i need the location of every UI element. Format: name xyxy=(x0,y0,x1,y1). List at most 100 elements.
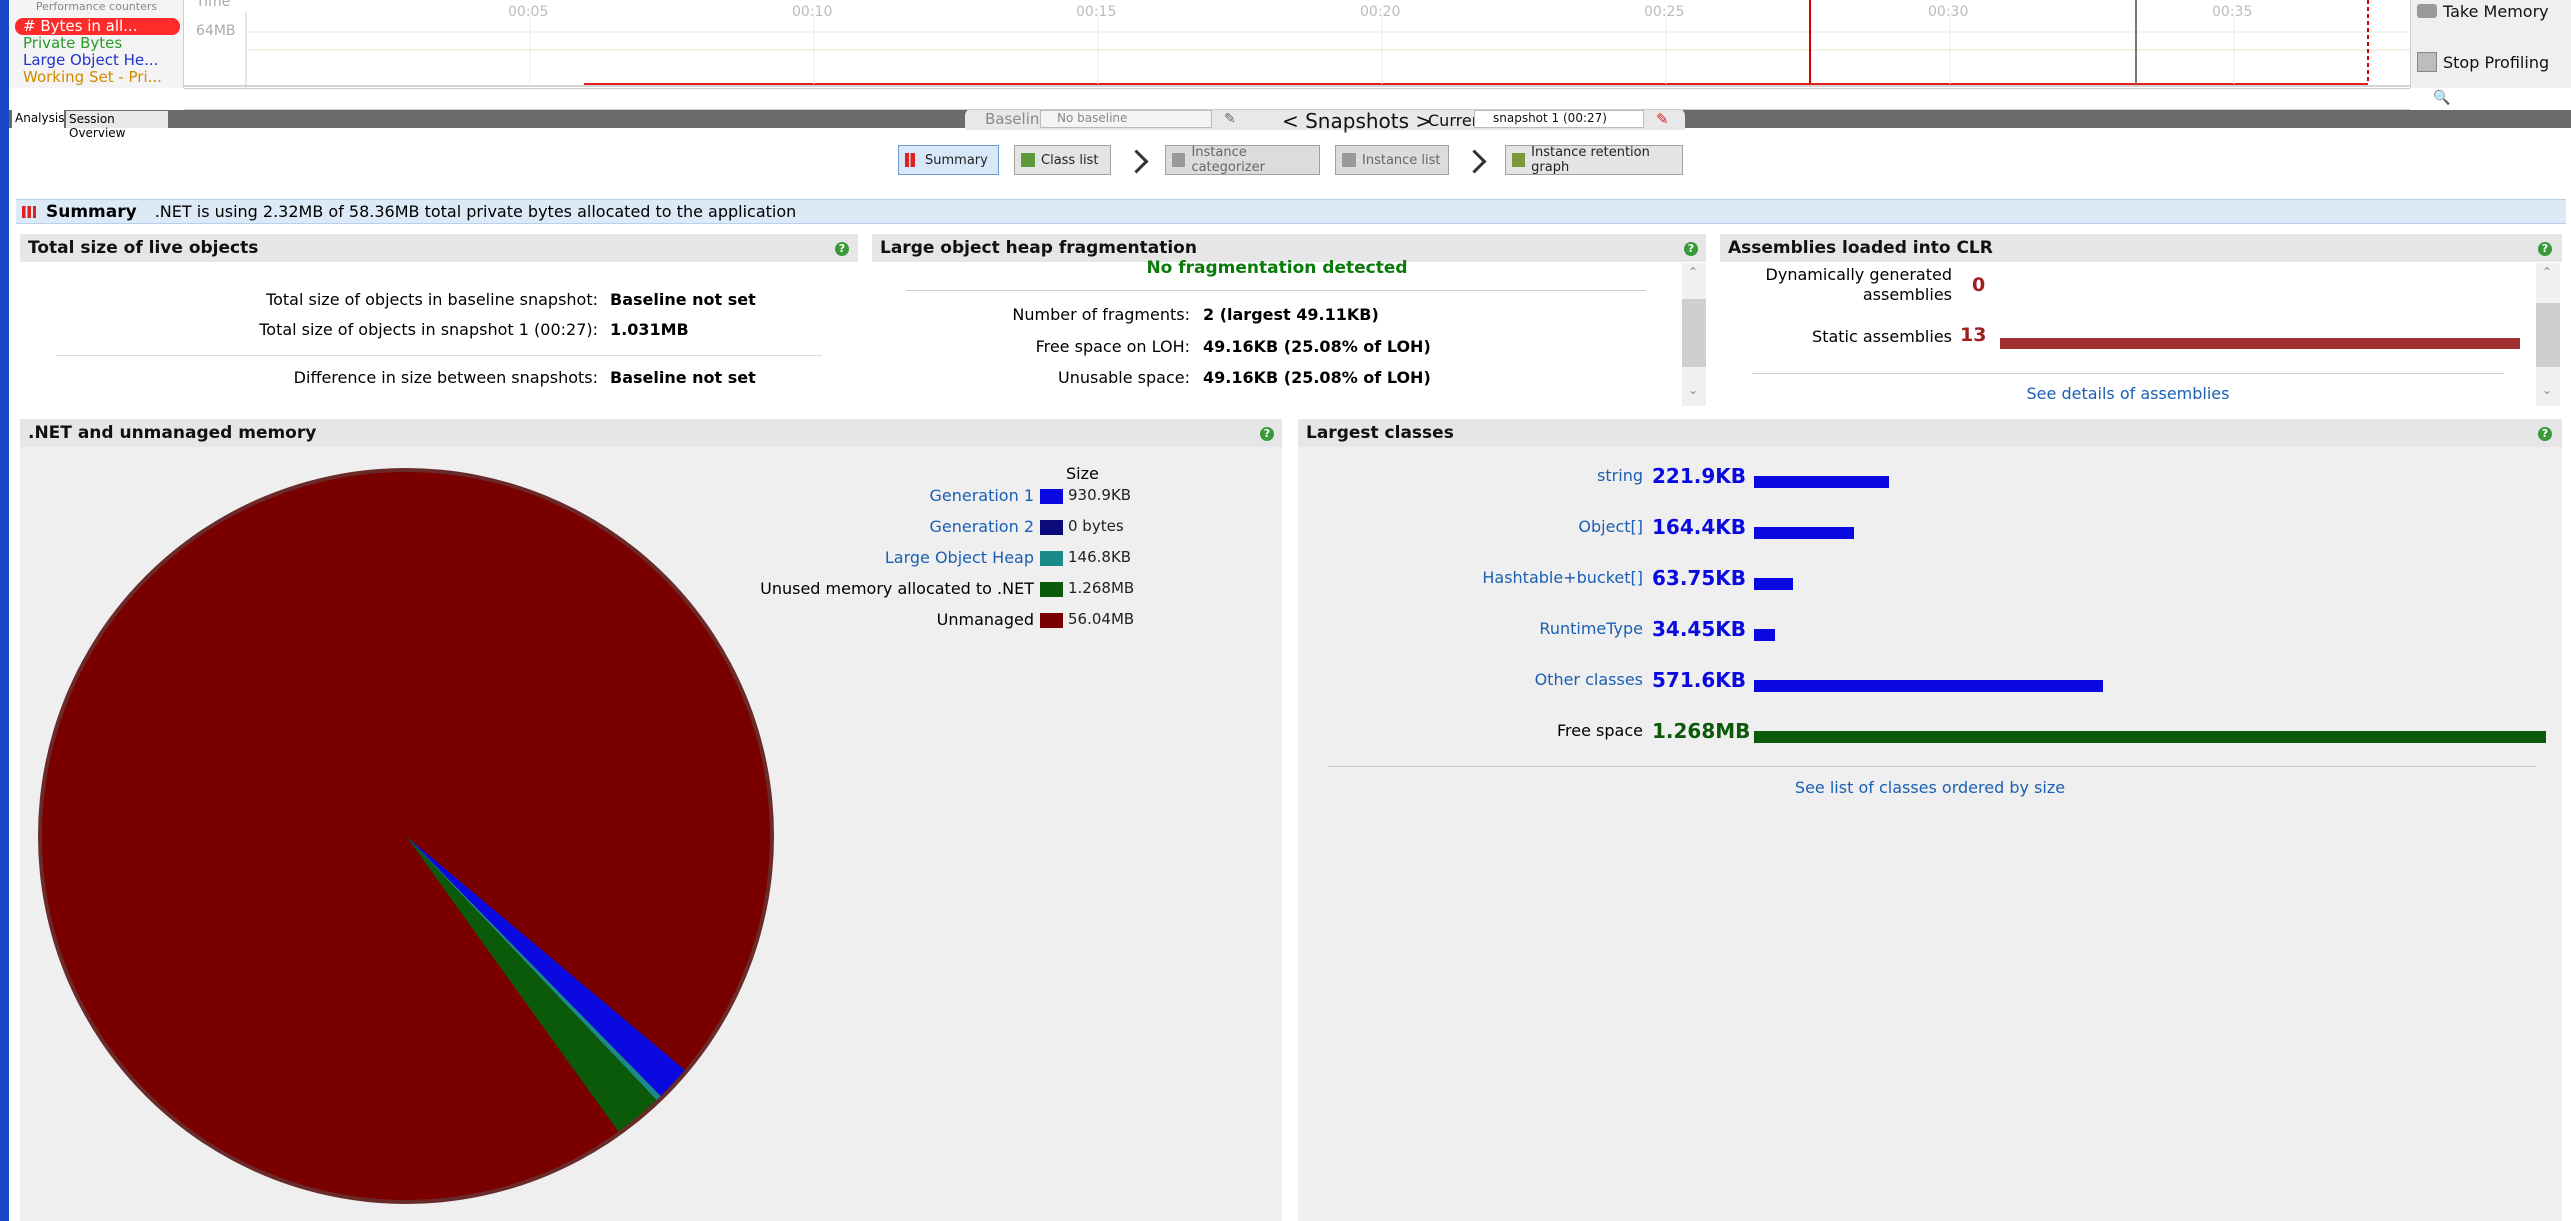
help-icon[interactable]: ? xyxy=(2538,242,2552,256)
largest-class-label[interactable]: Other classes xyxy=(1300,670,1643,689)
stop-profiling-label: Stop Profiling xyxy=(2443,52,2550,72)
counter-item[interactable]: # Bytes in all... xyxy=(15,18,180,35)
scrollbar-thumb[interactable] xyxy=(2536,303,2560,367)
assemblies-title: Assemblies loaded into CLR xyxy=(1720,234,2562,262)
summary-bar-title: Summary xyxy=(46,201,137,222)
counter-item[interactable]: Working Set - Pri... xyxy=(15,69,180,86)
scroll-up-arrow-icon[interactable]: ⌃ xyxy=(1688,265,1698,279)
assemblies-details-link[interactable]: See details of assemblies xyxy=(1720,384,2536,403)
retention-graph-icon xyxy=(1512,153,1526,167)
memory-title: .NET and unmanaged memory xyxy=(20,419,1282,447)
loh-row-value: 2 (largest 49.11KB) xyxy=(1203,305,1379,324)
help-icon[interactable]: ? xyxy=(1260,427,1274,441)
class-list-button[interactable]: Class list xyxy=(1014,145,1111,175)
loh-row-value: 49.16KB (25.08% of LOH) xyxy=(1203,368,1431,387)
divider xyxy=(906,290,1646,291)
counter-item[interactable]: Private Bytes xyxy=(15,35,180,52)
tab-session-overview[interactable]: Session Overview xyxy=(66,111,168,140)
memory-legend-header: Size xyxy=(1066,464,1099,483)
largest-class-label[interactable]: RuntimeType xyxy=(1300,619,1643,638)
scroll-down-arrow-icon[interactable]: ⌄ xyxy=(2542,383,2552,397)
instance-list-icon xyxy=(1342,153,1356,167)
class-list-icon xyxy=(1021,153,1035,167)
memory-legend-swatch xyxy=(1040,613,1063,628)
timeline-axis-label: Time xyxy=(196,0,231,10)
take-memory-label: Take Memory xyxy=(2443,1,2549,21)
live-objects-row-label: Total size of objects in snapshot 1 (00:… xyxy=(259,320,598,339)
loh-row-label: Number of fragments: xyxy=(1012,305,1190,324)
scroll-up-arrow-icon[interactable]: ⌃ xyxy=(2542,265,2552,279)
live-objects-row-value: 1.031MB xyxy=(610,320,689,339)
stop-profiling-button[interactable]: Stop Profiling xyxy=(2417,48,2567,76)
live-objects-row-label: Difference in size between snapshots: xyxy=(293,368,598,387)
largest-class-value: 221.9KB xyxy=(1652,464,1747,488)
bar-chart-icon xyxy=(905,153,919,167)
timeline-range-strip[interactable] xyxy=(184,88,2410,110)
classes-by-size-link[interactable]: See list of classes ordered by size xyxy=(1298,778,2562,797)
instance-list-label: Instance list xyxy=(1362,152,1441,168)
help-icon[interactable]: ? xyxy=(1684,242,1698,256)
memory-legend-label[interactable]: Large Object Heap xyxy=(700,548,1034,567)
memory-legend-swatch xyxy=(1040,551,1063,566)
stop-icon xyxy=(2417,52,2437,72)
live-objects-title: Total size of live objects xyxy=(20,234,858,262)
largest-class-label[interactable]: Object[] xyxy=(1300,517,1643,536)
instance-categorizer-button[interactable]: Instance categorizer xyxy=(1165,145,1320,175)
timeline-tick-label: 00:15 xyxy=(1076,4,1117,20)
help-icon[interactable]: ? xyxy=(835,242,849,256)
counter-item[interactable]: Large Object He... xyxy=(15,52,180,69)
timeline-tick-label: 00:30 xyxy=(1928,4,1969,20)
assemblies-scrollbar[interactable]: ⌃ ⌄ xyxy=(2536,263,2560,406)
zoom-in-icon[interactable]: 🔍 xyxy=(2433,90,2450,106)
largest-class-value: 1.268MB xyxy=(1652,719,1751,743)
timeline-tick-label: 00:10 xyxy=(792,4,833,20)
memory-legend-value: 56.04MB xyxy=(1068,610,1135,628)
timeline-tick-label: 00:25 xyxy=(1644,4,1685,20)
largest-class-label[interactable]: Hashtable+bucket[] xyxy=(1300,568,1643,587)
tab-analysis-label: Analysis xyxy=(15,111,65,125)
largest-class-bar xyxy=(1754,629,1775,641)
baseline-select[interactable]: No baseline xyxy=(1040,110,1212,128)
largest-class-bar xyxy=(1754,476,1889,488)
timeline-tick-label: 00:20 xyxy=(1360,4,1401,20)
summary-label: Summary xyxy=(925,152,988,168)
chevron-right-icon xyxy=(1462,149,1487,174)
memory-legend-value: 1.268MB xyxy=(1068,579,1135,597)
timeline-tick-label: 00:05 xyxy=(508,4,549,20)
memory-pie-chart xyxy=(38,468,774,1204)
memory-legend-label: Unused memory allocated to .NET xyxy=(760,579,1034,598)
summary-bar: Summary .NET is using 2.32MB of 58.36MB … xyxy=(16,199,2566,224)
memory-legend-label[interactable]: Generation 2 xyxy=(700,517,1034,536)
tab-analysis[interactable]: Analysis xyxy=(12,110,64,128)
memory-legend-label[interactable]: Generation 1 xyxy=(700,486,1034,505)
largest-class-value: 571.6KB xyxy=(1652,668,1747,692)
scroll-down-arrow-icon[interactable]: ⌄ xyxy=(1688,383,1698,397)
dynamic-assemblies-value: 0 xyxy=(1972,274,1986,296)
baseline-edit-icon[interactable]: ✎ xyxy=(1224,111,1236,127)
live-objects-row-label: Total size of objects in baseline snapsh… xyxy=(266,290,598,309)
largest-title: Largest classes xyxy=(1298,419,2562,447)
current-value: snapshot 1 (00:27) xyxy=(1493,111,1607,125)
largest-class-label[interactable]: string xyxy=(1300,466,1643,485)
current-edit-icon[interactable]: ✎ xyxy=(1656,110,1669,128)
largest-class-label: Free space xyxy=(1557,721,1643,740)
loh-status: No fragmentation detected xyxy=(1146,258,1408,278)
summary-bar-text: .NET is using 2.32MB of 58.36MB total pr… xyxy=(154,202,797,221)
tab-session-overview-label: Session Overview xyxy=(69,112,126,140)
current-select[interactable]: snapshot 1 (00:27) xyxy=(1474,110,1644,128)
scrollbar-thumb[interactable] xyxy=(1682,299,1706,367)
static-assemblies-value: 13 xyxy=(1960,324,1987,346)
chevron-right-icon xyxy=(1124,149,1149,174)
instance-list-button[interactable]: Instance list xyxy=(1335,145,1449,175)
snapshots-nav[interactable]: < Snapshots > xyxy=(1282,109,1432,133)
instance-retention-graph-button[interactable]: Instance retention graph xyxy=(1505,145,1683,175)
actions-panel: Take Memory Stop Profiling 🔍 xyxy=(2410,0,2571,106)
help-icon[interactable]: ? xyxy=(2538,427,2552,441)
take-memory-button[interactable]: Take Memory xyxy=(2417,0,2567,26)
summary-button[interactable]: Summary xyxy=(898,145,999,175)
loh-row-value: 49.16KB (25.08% of LOH) xyxy=(1203,337,1431,356)
memory-legend-swatch xyxy=(1040,582,1063,597)
timeline-y-label: 64MB xyxy=(196,23,236,39)
camera-icon xyxy=(2417,4,2437,18)
loh-scrollbar[interactable]: ⌃ ⌄ xyxy=(1682,263,1706,406)
